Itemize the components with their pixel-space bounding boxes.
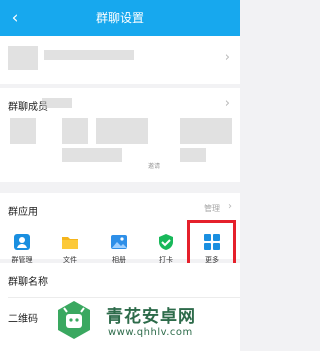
app-album[interactable]: 相册 <box>101 233 137 265</box>
app-group-manage[interactable]: 群管理 <box>4 233 40 265</box>
chevron-right-icon: › <box>224 50 230 65</box>
watermark-logo <box>52 298 96 342</box>
group-name-blur <box>44 50 134 60</box>
members-card[interactable]: 群聊成员 › 邀请 <box>0 88 240 182</box>
member-name-blur <box>62 148 122 162</box>
invite-label[interactable]: 邀请 <box>148 161 160 170</box>
group-manage-icon <box>13 233 31 251</box>
member-avatar[interactable] <box>206 118 232 144</box>
qr-code-row[interactable]: 二维码 <box>8 310 38 325</box>
chevron-right-icon: › <box>224 96 230 111</box>
manage-link[interactable]: 管理 <box>204 203 220 214</box>
album-icon <box>110 233 128 251</box>
watermark-url: www.qhhlv.com <box>108 327 193 338</box>
member-avatar[interactable] <box>96 118 122 144</box>
member-name-blur <box>180 148 206 162</box>
member-avatar[interactable] <box>122 118 148 144</box>
member-avatar[interactable] <box>180 118 206 144</box>
group-name-row[interactable]: 群聊名称 <box>8 273 48 288</box>
check-in-icon <box>157 233 175 251</box>
watermark-text: 青花安卓网 <box>106 307 196 327</box>
app-check-in[interactable]: 打卡 <box>148 233 184 265</box>
page-title: 群聊设置 <box>95 11 144 25</box>
member-avatar[interactable] <box>62 118 88 144</box>
app-files[interactable]: 文件 <box>52 233 88 265</box>
member-count-blur <box>42 98 72 108</box>
group-info-card[interactable]: › <box>0 36 240 84</box>
folder-icon <box>61 233 79 251</box>
top-bar: ‹ 群聊设置 <box>0 0 240 36</box>
group-avatar-blur <box>8 46 38 70</box>
group-apps-label: 群应用 <box>8 207 38 218</box>
member-avatar[interactable] <box>10 118 36 144</box>
chevron-right-icon: › <box>228 201 232 212</box>
divider <box>8 297 240 298</box>
